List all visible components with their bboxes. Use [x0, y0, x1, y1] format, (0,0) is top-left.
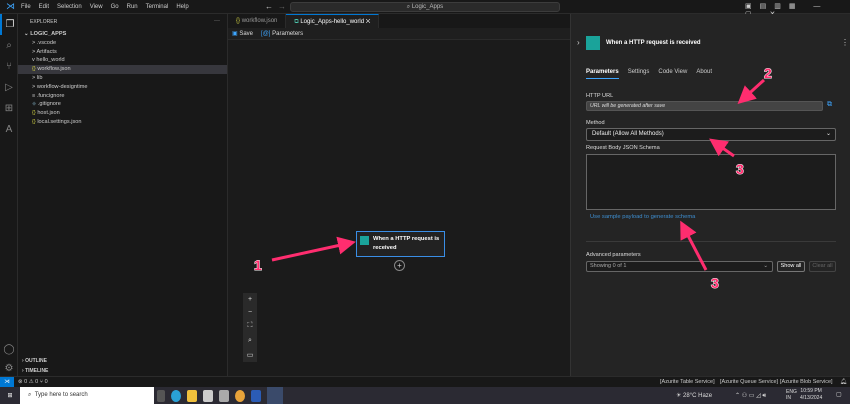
edge-icon[interactable] — [171, 389, 181, 402]
time: 10:59 PM — [800, 388, 822, 394]
azurite-blob-service[interactable]: [Azurite Blob Service] — [780, 377, 833, 387]
windows-start-icon[interactable]: ⊞ — [0, 392, 20, 399]
annotation-arrow — [271, 236, 356, 262]
chrome-icon[interactable] — [235, 389, 245, 402]
date: 4/13/2024 — [800, 395, 823, 401]
problems-indicator[interactable]: ⊗ 0 ⚠ 0 ⑂ 0 — [18, 377, 48, 387]
language-indicator[interactable]: ENG IN — [786, 389, 797, 401]
bell-icon[interactable]: 🔔︎ — [840, 377, 847, 387]
task-view-icon[interactable] — [157, 389, 165, 402]
word-icon[interactable] — [251, 389, 261, 402]
taskbar-search[interactable]: ⌕ Type here to search — [20, 387, 154, 404]
annotation-number: 2 — [764, 65, 772, 81]
azurite-queue-service[interactable]: [Azurite Queue Service] — [720, 377, 778, 387]
mail-icon[interactable] — [219, 389, 229, 402]
weather-widget[interactable]: ☀ 28°C Haze — [676, 392, 712, 399]
taskbar: ⊞ ⌕ Type here to search ☀ 28°C Haze ⌃ ⚇ … — [0, 387, 850, 404]
annotation-number: 3 — [711, 275, 719, 291]
remote-icon[interactable]: ⋊ — [0, 377, 14, 387]
system-tray-icons[interactable]: ⌃ ⚇ ▭ ◿ 🔊︎ — [735, 392, 766, 400]
annotation-number: 1 — [254, 257, 262, 273]
annotation-arrow — [737, 78, 766, 105]
search-placeholder: Type here to search — [34, 392, 88, 398]
store-icon[interactable] — [203, 389, 213, 402]
clock[interactable]: 10:59 PM 4/13/2024 — [800, 388, 822, 402]
annotation-overlay: 1 2 3 3 — [254, 65, 773, 292]
notifications-icon[interactable]: ▢ — [836, 391, 842, 398]
status-bar: ⋊ ⊗ 0 ⚠ 0 ⑂ 0 [Azurite Table Service] [A… — [0, 376, 850, 387]
annotation-number: 3 — [736, 161, 744, 177]
annotation-arrow — [680, 220, 708, 271]
azurite-table-service[interactable]: [Azurite Table Service] — [660, 377, 715, 387]
file-explorer-icon[interactable] — [187, 389, 197, 402]
weather-text: 28°C Haze — [683, 393, 713, 399]
annotation-arrow — [709, 138, 735, 158]
vscode-taskbar-icon[interactable] — [267, 387, 283, 404]
